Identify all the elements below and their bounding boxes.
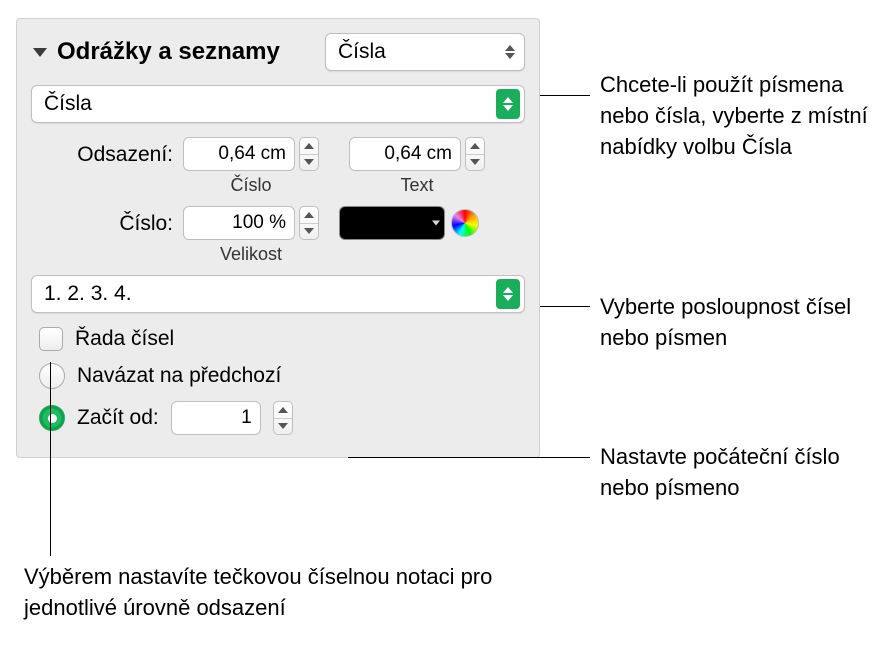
disclosure-triangle-icon[interactable] <box>33 48 47 57</box>
indent-text-input[interactable] <box>349 137 461 171</box>
indent-text-sublabel: Text <box>400 175 433 196</box>
indent-number-input[interactable] <box>183 137 295 171</box>
number-size-stepper[interactable] <box>299 206 319 240</box>
chevrons-icon <box>496 279 520 309</box>
callout-start: Nastavte počáteční číslo nebo písmeno <box>600 442 880 504</box>
callout-line <box>540 95 590 96</box>
callout-tiered: Výběrem nastavíte tečkovou číselnou nota… <box>24 562 534 624</box>
step-up-icon <box>304 143 314 149</box>
indent-text-stepper[interactable] <box>465 137 485 171</box>
callout-line <box>50 362 51 556</box>
sequence-value: 1. 2. 3. 4. <box>44 282 132 306</box>
step-up-icon <box>470 143 480 149</box>
continue-radio[interactable] <box>39 363 65 389</box>
callout-line <box>348 457 590 458</box>
bullet-type-select[interactable]: Čísla <box>31 85 525 123</box>
indent-number-stepper[interactable] <box>299 137 319 171</box>
indent-number-group: Číslo <box>183 137 319 196</box>
indent-number-sublabel: Číslo <box>230 175 271 196</box>
number-size-group: Velikost <box>183 206 319 265</box>
indent-label: Odsazení: <box>31 137 183 167</box>
number-size-sublabel: Velikost <box>220 244 282 265</box>
chevrons-icon <box>496 89 520 119</box>
color-wheel-icon[interactable] <box>451 209 479 237</box>
number-color-group <box>339 206 479 240</box>
step-down-icon <box>278 423 288 429</box>
step-down-icon <box>470 159 480 165</box>
callout-line <box>540 306 590 307</box>
step-up-icon <box>304 212 314 218</box>
list-style-select[interactable]: Čísla <box>325 33 525 71</box>
continue-row: Navázat na předchozí <box>31 363 525 389</box>
start-from-stepper[interactable] <box>273 401 293 435</box>
color-swatch[interactable] <box>339 206 445 240</box>
sequence-select[interactable]: 1. 2. 3. 4. <box>31 275 525 313</box>
tiered-numbers-row: Řada čísel <box>31 327 525 351</box>
start-from-row: Začít od: <box>31 401 525 435</box>
indent-text-group: Text <box>349 137 485 196</box>
callout-sequence: Vyberte posloupnost čísel nebo písmen <box>600 292 880 354</box>
step-down-icon <box>304 159 314 165</box>
panel-title: Odrážky a seznamy <box>57 38 280 66</box>
step-up-icon <box>278 407 288 413</box>
tiered-numbers-label: Řada čísel <box>75 327 174 351</box>
indent-row: Odsazení: Číslo <box>31 137 525 196</box>
callout-type-select: Chcete-li použít písmena nebo čísla, vyb… <box>600 70 870 162</box>
step-down-icon <box>304 228 314 234</box>
panel-header: Odrážky a seznamy Čísla <box>31 33 525 71</box>
start-from-label: Začít od: <box>77 406 159 430</box>
bullets-lists-panel: Odrážky a seznamy Čísla Čísla Odsazení: <box>16 18 540 458</box>
number-size-input[interactable] <box>183 206 295 240</box>
number-label: Číslo: <box>31 206 183 236</box>
list-style-value: Čísla <box>338 40 386 64</box>
start-from-input[interactable] <box>171 401 261 435</box>
bullet-type-value: Čísla <box>44 92 92 116</box>
chevrons-icon <box>500 45 520 59</box>
start-from-radio[interactable] <box>39 405 65 431</box>
continue-label: Navázat na předchozí <box>77 364 281 388</box>
number-size-row: Číslo: Velikost <box>31 206 525 265</box>
tiered-numbers-checkbox[interactable] <box>39 327 63 351</box>
